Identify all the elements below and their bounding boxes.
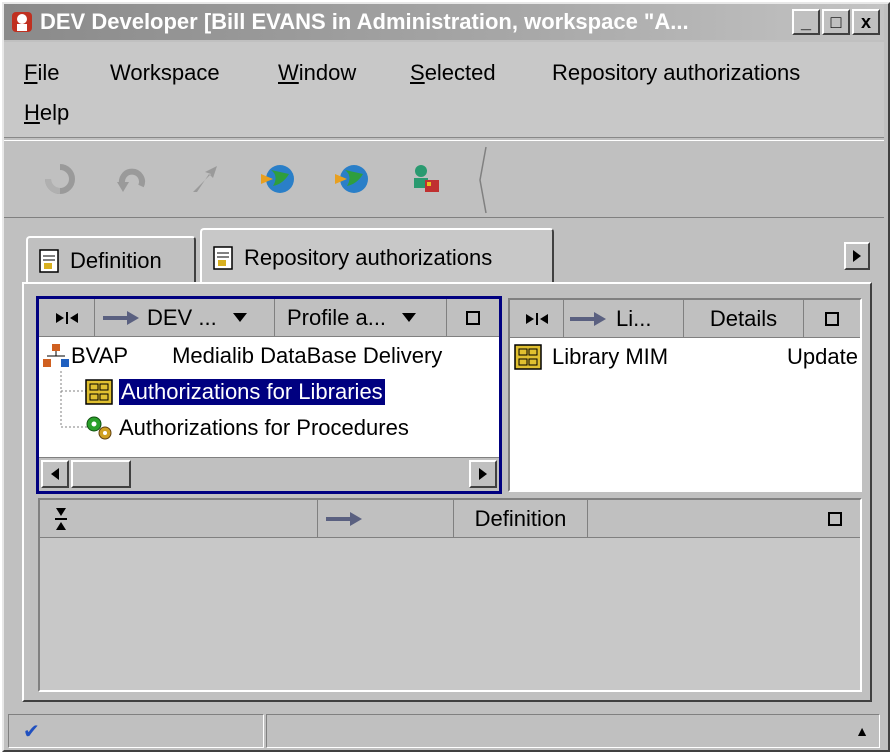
column-arrow-header[interactable]: [318, 500, 454, 538]
scroll-left-button[interactable]: [41, 460, 69, 488]
expand-columns-button[interactable]: [39, 299, 95, 337]
toolbar: [4, 140, 884, 218]
status-cell: ✔: [8, 714, 264, 748]
maximize-icon: [828, 512, 842, 526]
tab-scroll-right-button[interactable]: [844, 242, 870, 270]
pane-header: Definition: [40, 500, 860, 538]
globe-forward-button[interactable]: [258, 159, 298, 199]
library-name: Library MIM: [552, 344, 669, 369]
library-details-pane: Li... Details Library MIM Update: [508, 298, 862, 492]
tab-repository-label: Repository authorizations: [244, 245, 493, 270]
expand-rows-button[interactable]: [40, 500, 318, 538]
undo-button[interactable]: [112, 159, 152, 199]
scroll-right-button[interactable]: [469, 460, 497, 488]
navigate-icon: [193, 166, 217, 192]
tree-item-procedures[interactable]: Authorizations for Procedures: [85, 411, 409, 445]
dropdown-arrow-icon: [402, 313, 417, 322]
document-icon: [39, 249, 59, 273]
collapse-horizontal-icon: [55, 312, 78, 324]
arrow-right-icon: [570, 312, 606, 326]
scroll-up-icon[interactable]: ▲: [855, 723, 869, 739]
maximize-icon: [466, 311, 480, 325]
pane-header: DEV ... Profile a...: [39, 299, 499, 337]
menu-workspace[interactable]: Workspace: [110, 60, 220, 86]
collapse-vertical-icon: [55, 508, 67, 530]
arrow-right-icon: [326, 512, 362, 526]
document-icon: [213, 246, 233, 270]
hierarchy-icon: [43, 344, 69, 367]
column-profile-header[interactable]: Profile a...: [275, 299, 447, 337]
refresh-icon: [45, 164, 75, 194]
refresh-button[interactable]: [40, 159, 80, 199]
user-key-icon: [414, 165, 439, 192]
column-library-header[interactable]: Li...: [564, 300, 684, 338]
expand-columns-button[interactable]: [510, 300, 564, 338]
triangle-right-icon: [479, 468, 487, 480]
scroll-thumb[interactable]: [71, 460, 131, 488]
close-button[interactable]: x: [852, 9, 880, 35]
menu-bar: File Workspace Window Selected Repositor…: [4, 42, 884, 138]
column-profile-label: Profile a...: [287, 305, 387, 330]
gears-icon: [86, 416, 112, 440]
triangle-right-icon: [853, 250, 861, 262]
window-title: DEV Developer [Bill EVANS in Administrat…: [40, 9, 689, 34]
check-icon: ✔: [23, 720, 40, 743]
tree-root-row[interactable]: BVAP Medialib DataBase Delivery: [43, 339, 442, 373]
undo-icon: [117, 168, 145, 192]
tab-strip: Definition Repository authorizations: [4, 226, 884, 286]
content-area: DEV ... Profile a... BVAP Medialib DataB…: [22, 282, 872, 702]
status-bar: ✔ ▲: [4, 710, 884, 750]
column-dev-label: DEV ...: [147, 305, 217, 330]
column-definition-label: Definition: [474, 506, 567, 531]
tree-item-procedures-label: Authorizations for Procedures: [119, 415, 409, 440]
list-item[interactable]: Library MIM Update: [514, 340, 860, 374]
menu-repository-authorizations[interactable]: Repository authorizations: [552, 60, 800, 86]
library-icon: [85, 379, 113, 405]
maximize-pane-button[interactable]: [810, 500, 860, 538]
tree-root-description: Medialib DataBase Delivery: [172, 343, 443, 368]
profile-tree-pane: DEV ... Profile a... BVAP Medialib DataB…: [36, 296, 502, 494]
app-icon: [12, 12, 32, 32]
tab-definition[interactable]: Definition: [26, 236, 196, 286]
column-definition-header[interactable]: Definition: [454, 500, 588, 538]
navigate-button[interactable]: [184, 159, 224, 199]
title-bar[interactable]: DEV Developer [Bill EVANS in Administrat…: [4, 4, 884, 40]
tree-item-libraries-label: Authorizations for Libraries: [119, 379, 385, 405]
tab-repository-authorizations[interactable]: Repository authorizations: [200, 228, 554, 286]
maximize-pane-button[interactable]: [804, 300, 860, 338]
globe-arrow-icon: [335, 165, 368, 193]
globe-back-button[interactable]: [332, 159, 372, 199]
tree-item-libraries[interactable]: Authorizations for Libraries: [85, 375, 385, 409]
library-detail: Update: [787, 344, 858, 369]
maximize-icon: [825, 312, 839, 326]
status-message: ▲: [266, 714, 880, 748]
menu-selected[interactable]: Selected: [410, 60, 496, 86]
maximize-pane-button[interactable]: [447, 299, 499, 337]
column-details-label: Details: [709, 306, 778, 331]
menu-help[interactable]: Help: [24, 100, 69, 126]
pane-header: Li... Details: [510, 300, 860, 338]
column-dev-header[interactable]: DEV ...: [95, 299, 275, 337]
maximize-button[interactable]: □: [822, 9, 850, 35]
menu-window[interactable]: Window: [278, 60, 356, 86]
triangle-left-icon: [51, 468, 59, 480]
toolbar-separator: [479, 146, 487, 214]
column-library-label: Li...: [616, 306, 652, 331]
arrow-right-icon: [103, 311, 139, 325]
globe-arrow-icon: [261, 165, 294, 193]
dropdown-arrow-icon: [232, 313, 247, 322]
column-details-header[interactable]: Details: [684, 300, 804, 338]
tab-definition-label: Definition: [70, 248, 162, 273]
tree-root-name: BVAP: [71, 343, 129, 368]
minimize-button[interactable]: _: [792, 9, 820, 35]
horizontal-scrollbar[interactable]: [39, 457, 499, 491]
definition-pane: Definition: [38, 498, 862, 692]
menu-file[interactable]: File: [24, 60, 59, 86]
user-authorization-button[interactable]: [406, 159, 446, 199]
collapse-horizontal-icon: [525, 313, 548, 325]
library-icon: [514, 344, 542, 370]
